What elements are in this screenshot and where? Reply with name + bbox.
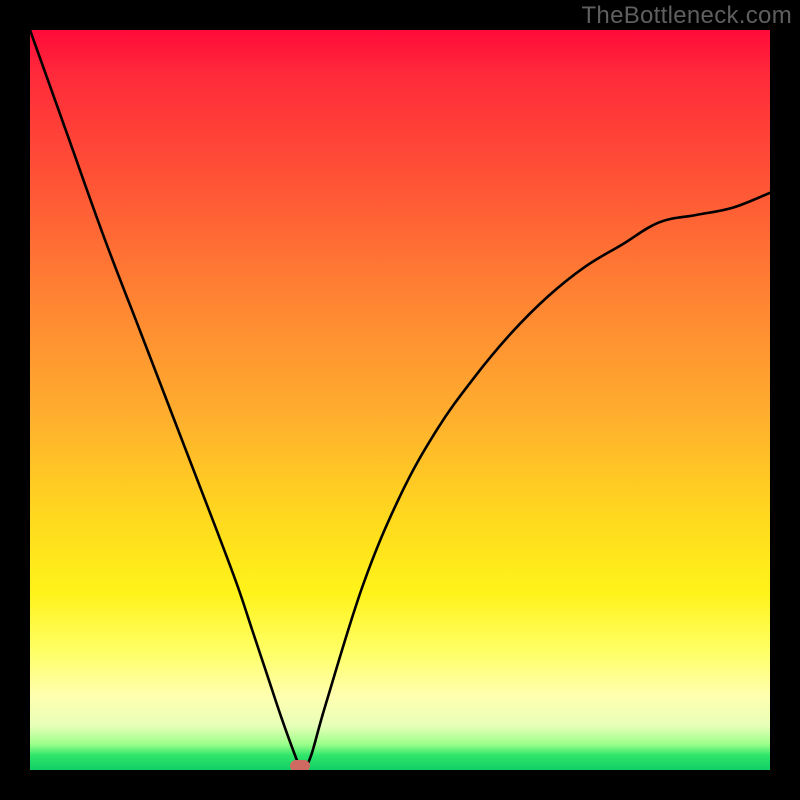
chart-frame: TheBottleneck.com bbox=[0, 0, 800, 800]
curve-svg bbox=[30, 30, 770, 770]
watermark: TheBottleneck.com bbox=[581, 2, 792, 30]
bottleneck-curve bbox=[30, 30, 770, 769]
optimum-marker bbox=[290, 760, 310, 770]
plot-area bbox=[30, 30, 770, 770]
